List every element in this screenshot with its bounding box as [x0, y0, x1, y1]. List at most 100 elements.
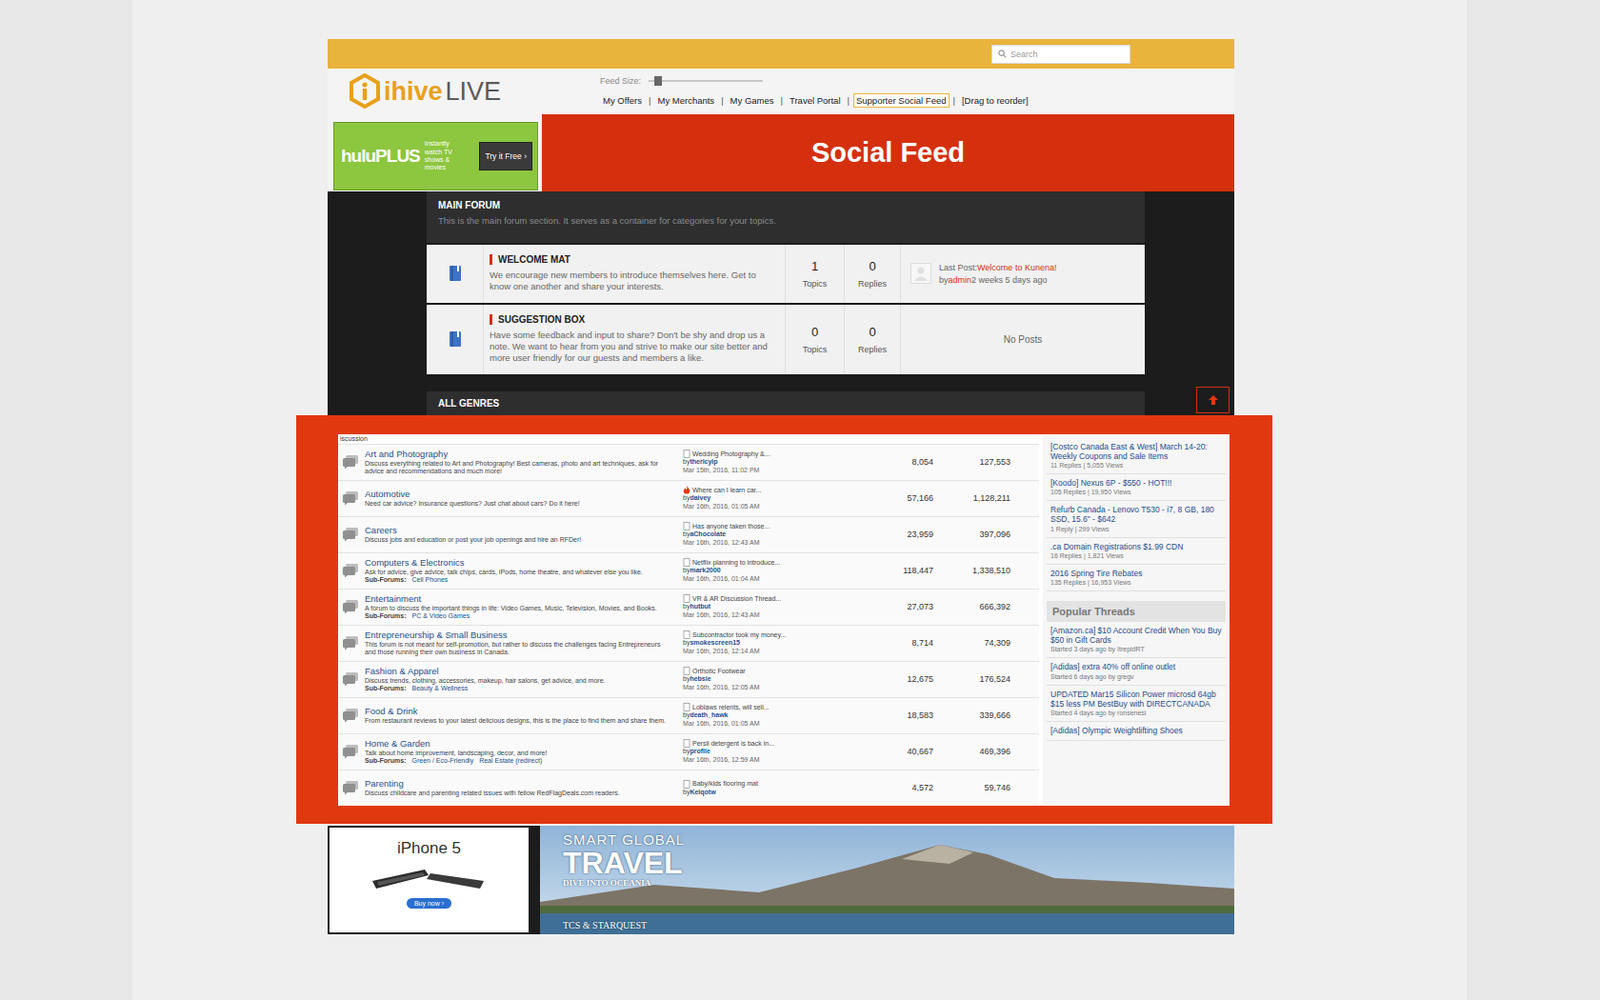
row-last-post: Baby/kids flooring matbyKeiqotw: [677, 780, 882, 797]
forum-title[interactable]: Art and Photography: [364, 449, 674, 460]
deal-item[interactable]: 2016 Spring Tire Rebates135 Replies | 16…: [1046, 564, 1226, 592]
user-link[interactable]: mark2000: [689, 566, 720, 574]
hulu-try-button[interactable]: Try it Free ›: [479, 141, 533, 171]
last-topic[interactable]: Persil detergent is back in...: [682, 739, 882, 748]
posts-count: 1,338,510: [933, 565, 1011, 576]
deal-title[interactable]: Refurb Canada - Lenovo T530 - i7, 8 GB, …: [1050, 504, 1222, 524]
last-date: Mar 16th, 2016, 12:43 AM: [682, 611, 882, 620]
popular-thread[interactable]: UPDATED Mar15 Silicon Power microsd 64gb…: [1046, 685, 1226, 722]
popular-thread[interactable]: [Adidas] extra 40% off online outletStar…: [1046, 658, 1226, 685]
user-link[interactable]: daivey: [689, 494, 711, 501]
user-link[interactable]: thericyip: [689, 458, 718, 465]
sub-forums: Sub-Forums:Green / Eco-FriendlyReal Esta…: [364, 757, 674, 765]
last-topic[interactable]: Baby/kids flooring mat: [682, 780, 882, 789]
hulu-ad[interactable]: huluPLUSInstantly watch TV shows & movie…: [333, 121, 539, 191]
forum-row[interactable]: Art and PhotographyDiscuss everything re…: [338, 443, 1040, 480]
forum-row[interactable]: Home & GardenTalk about home improvement…: [338, 733, 1040, 770]
forum-title[interactable]: Parenting: [364, 779, 674, 790]
search-field[interactable]: Search: [991, 44, 1131, 64]
forum-row[interactable]: EntertainmentA forum to discuss the impo…: [338, 588, 1040, 625]
forum-title[interactable]: Computers & Electronics: [364, 558, 674, 569]
forum-title[interactable]: Food & Drink: [364, 706, 674, 718]
row-icon-cell: [338, 707, 363, 723]
deal-title[interactable]: 2016 Spring Tire Rebates: [1050, 568, 1222, 579]
thread-title[interactable]: [Adidas] extra 40% off online outlet: [1050, 661, 1222, 672]
forum-description: A forum to discuss the important things …: [364, 604, 674, 613]
forum-row[interactable]: Food & DrinkFrom restaurant reviews to y…: [338, 697, 1040, 734]
iphone-buy-button[interactable]: Buy now ›: [406, 898, 452, 909]
logo[interactable]: ihiveLIVE: [327, 68, 600, 115]
category-row[interactable]: WELCOME MATWe encourage new members to i…: [426, 244, 1145, 303]
nav-link[interactable]: Travel Portal: [786, 93, 844, 108]
last-topic[interactable]: Wedding Photography &...: [682, 449, 882, 459]
row-main: ParentingDiscuss childcare and parenting…: [362, 778, 678, 799]
popular-threads-header: Popular Threads: [1046, 600, 1226, 622]
user-link[interactable]: Keiqotw: [689, 788, 716, 796]
last-topic[interactable]: Orthotic Footwear: [682, 666, 882, 676]
category-row[interactable]: SUGGESTION BOXHave some feedback and inp…: [426, 304, 1145, 375]
forum-title[interactable]: Careers: [364, 525, 674, 537]
user-link[interactable]: smokescreen15: [689, 639, 740, 646]
category-title[interactable]: SUGGESTION BOX: [489, 314, 776, 325]
forum-title[interactable]: Automotive: [364, 489, 674, 500]
user-link[interactable]: hutbut: [689, 602, 711, 610]
last-date: Mar 16th, 2016, 12:05 AM: [682, 683, 882, 692]
forum-title[interactable]: Entrepreneurship & Small Business: [364, 630, 674, 641]
deal-item[interactable]: [Koodo] Nexus 6P - $550 - HOT!!!105 Repl…: [1046, 474, 1226, 501]
category-main: WELCOME MATWe encourage new members to i…: [483, 244, 786, 303]
popular-thread[interactable]: [Adidas] Olympic Weightlifting Shoes: [1046, 721, 1226, 741]
nav-link[interactable]: My Games: [727, 93, 778, 108]
sub-forum-link[interactable]: Green / Eco-Friendly: [412, 757, 475, 765]
last-user: byaChocolate: [682, 530, 882, 539]
forum-row[interactable]: Entrepreneurship & Small BusinessThis fo…: [338, 624, 1040, 661]
category-title[interactable]: WELCOME MAT: [489, 254, 776, 265]
last-topic[interactable]: VR & AR Discussion Thread...: [682, 594, 882, 603]
topics-count: 118,447: [881, 565, 934, 576]
forum-row[interactable]: CareersDiscuss jobs and education or pos…: [338, 516, 1040, 553]
scroll-top-button[interactable]: [1196, 386, 1230, 414]
thread-title[interactable]: [Adidas] Olympic Weightlifting Shoes: [1050, 725, 1222, 736]
forum-title[interactable]: Entertainment: [364, 594, 674, 605]
popular-thread[interactable]: [Amazon.ca] $10 Account Credit When You …: [1046, 621, 1226, 659]
last-topic[interactable]: Subcontractor took my money...: [682, 630, 882, 640]
forum-title[interactable]: Home & Garden: [364, 739, 674, 750]
forum-row[interactable]: ParentingDiscuss childcare and parenting…: [338, 769, 1040, 806]
sub-forum-link[interactable]: PC & Video Games: [412, 612, 471, 620]
slider-thumb[interactable]: [654, 76, 662, 86]
feed-size-slider[interactable]: [648, 76, 763, 86]
last-topic[interactable]: Netflix planning to introduce...: [682, 558, 882, 567]
row-last-post: Subcontractor took my money...bysmokescr…: [677, 630, 882, 656]
user-link[interactable]: aChocolate: [689, 530, 726, 538]
thread-title[interactable]: UPDATED Mar15 Silicon Power microsd 64gb…: [1050, 689, 1222, 709]
deal-item[interactable]: .ca Domain Registrations $1.99 CDN16 Rep…: [1046, 538, 1226, 565]
thread-title[interactable]: [Amazon.ca] $10 Account Credit When You …: [1050, 625, 1222, 645]
last-post-link[interactable]: Welcome to Kunena!: [977, 262, 1057, 273]
deal-title[interactable]: [Koodo] Nexus 6P - $550 - HOT!!!: [1050, 478, 1222, 488]
last-post-author[interactable]: admin: [948, 275, 973, 285]
forum-title[interactable]: Fashion & Apparel: [364, 666, 674, 678]
last-topic[interactable]: Has anyone taken those...: [682, 521, 882, 531]
last-topic[interactable]: Where can I learn car...: [682, 485, 882, 495]
nav-link[interactable]: Supporter Social Feed: [853, 93, 950, 108]
last-topic[interactable]: Loblaws relents, will sell...: [682, 702, 882, 712]
nav-link[interactable]: My Offers: [600, 93, 645, 108]
nav-link[interactable]: My Merchants: [654, 93, 718, 108]
forum-row[interactable]: AutomotiveNeed car advice? Insurance que…: [338, 480, 1040, 517]
deal-item[interactable]: Refurb Canada - Lenovo T530 - i7, 8 GB, …: [1046, 500, 1226, 538]
sub-forum-link[interactable]: Cell Phones: [412, 576, 449, 584]
nav-link[interactable]: [Drag to reorder]: [959, 93, 1032, 108]
deal-title[interactable]: .ca Domain Registrations $1.99 CDN: [1050, 541, 1222, 552]
forum-row[interactable]: Fashion & ApparelDiscuss trends, clothin…: [338, 660, 1040, 698]
sub-forum-link[interactable]: Beauty & Wellness: [412, 684, 469, 693]
user-link[interactable]: hebsie: [689, 675, 711, 682]
iphone-ad[interactable]: iPhone 5Buy now ›: [327, 825, 531, 935]
deal-item[interactable]: [Costco Canada East & West] March 14-20:…: [1046, 438, 1226, 475]
sub-forum-link[interactable]: Real Estate (redirect): [479, 757, 542, 765]
user-link[interactable]: profile: [689, 747, 710, 755]
user-link[interactable]: death_hawk: [689, 711, 728, 719]
travel-ad[interactable]: SMART GLOBALTRAVELDIVE INTO OCEANIATCS &…: [540, 825, 1235, 935]
speech-bubble-icon: [341, 743, 360, 760]
forum-row[interactable]: Computers & ElectronicsAsk for advice, g…: [338, 552, 1040, 589]
row-main: EntertainmentA forum to discuss the impo…: [362, 593, 678, 621]
deal-title[interactable]: [Costco Canada East & West] March 14-20:…: [1050, 441, 1222, 461]
